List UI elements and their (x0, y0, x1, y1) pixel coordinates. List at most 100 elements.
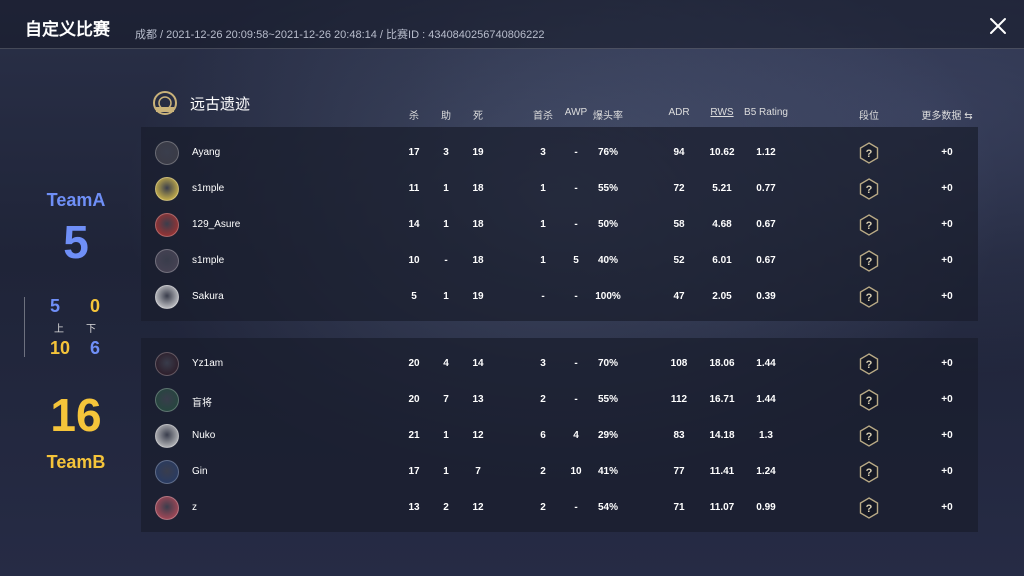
avatar[interactable] (155, 388, 179, 412)
team-a-score: 5 (63, 216, 89, 268)
more-data-delta[interactable]: +0 (941, 358, 952, 369)
player-name[interactable]: Ayang (192, 147, 220, 158)
stat-rating: 0.77 (756, 183, 776, 194)
stat-rws: 11.41 (709, 466, 735, 477)
stat-rws: 5.21 (712, 183, 732, 194)
table-row[interactable]: 129_Asure 14 1 18 1 - 50% 58 4.68 0.67? +0 (141, 207, 978, 243)
stat-hs: 40% (597, 255, 619, 266)
match-meta: 成都 / 2021-12-26 20:09:58~2021-12-26 20:4… (135, 29, 545, 41)
stat-kills: 20 (408, 358, 420, 369)
stat-assists: 1 (443, 219, 449, 230)
table-row[interactable]: Sakura 5 1 19 - - 100% 47 2.05 0.39? +0 (141, 279, 978, 315)
close-icon[interactable] (988, 16, 1008, 36)
more-data-delta[interactable]: +0 (941, 219, 952, 230)
rank-unknown-icon: ? (859, 178, 879, 200)
player-name[interactable]: s1mple (192, 183, 224, 194)
team-b-second-half-left: 10 (50, 337, 71, 358)
page-title: 自定义比赛 (25, 20, 110, 39)
stat-first-kill: 2 (540, 394, 546, 405)
player-name[interactable]: Yz1am (192, 358, 223, 369)
stat-first-kill: 3 (540, 147, 546, 158)
stat-first-kill: 1 (540, 183, 546, 194)
avatar[interactable] (155, 177, 179, 201)
col-rank: 段位 (859, 111, 879, 122)
stat-deaths: 7 (475, 466, 481, 477)
stat-assists: 4 (443, 358, 449, 369)
stat-deaths: 13 (472, 394, 484, 405)
col-kills: 杀 (409, 111, 419, 122)
avatar[interactable] (155, 496, 179, 520)
stat-first-kill: 2 (540, 502, 546, 513)
more-data-delta[interactable]: +0 (941, 291, 952, 302)
svg-text:?: ? (866, 503, 873, 515)
stat-adr: 71 (673, 502, 685, 513)
table-row[interactable]: 盲将 20 7 13 2 - 55% 112 16.71 1.44? +0 (141, 382, 978, 418)
stat-assists: 3 (443, 147, 449, 158)
stat-hs: 50% (597, 219, 619, 230)
player-name[interactable]: Nuko (192, 430, 215, 441)
stat-rating: 1.44 (756, 394, 776, 405)
player-name[interactable]: s1mple (192, 255, 224, 266)
avatar[interactable] (155, 249, 179, 273)
stat-rating: 0.39 (756, 291, 776, 302)
stat-deaths: 19 (472, 291, 484, 302)
svg-text:?: ? (866, 359, 873, 371)
player-name[interactable]: Gin (192, 466, 208, 477)
avatar[interactable] (155, 213, 179, 237)
stat-awp: - (574, 183, 578, 194)
stat-first-kill: - (541, 291, 545, 302)
stat-assists: - (444, 255, 448, 266)
team-b-table: Yz1am 20 4 14 3-70% 108 18.06 1.44? +0 盲将 20 7 13 2-5… (141, 338, 978, 532)
stat-awp: - (574, 291, 578, 302)
stat-kills: 5 (411, 291, 417, 302)
table-row[interactable]: Gin 17 1 7 2 10 41% 77 11.41 1.24? +0 (141, 454, 978, 490)
col-rws[interactable]: RWS (710, 107, 733, 118)
stat-kills: 11 (408, 183, 420, 194)
stat-deaths: 19 (472, 147, 484, 158)
stat-assists: 1 (443, 183, 449, 194)
team-b-block: 16 TeamB (38, 392, 114, 473)
rank-unknown-icon: ? (859, 353, 879, 375)
team-a-name: TeamA (46, 190, 106, 210)
table-row[interactable]: z 13 2 12 2 - 54% 71 11.07 0.99? +0 (141, 490, 978, 526)
col-more-data[interactable]: 更多数据 ⇆ (921, 107, 972, 122)
stat-first-kill: 1 (540, 219, 546, 230)
more-data-delta[interactable]: +0 (941, 147, 952, 158)
player-name[interactable]: 129_Asure (192, 219, 240, 230)
player-name[interactable]: 盲将 (192, 394, 212, 409)
table-row[interactable]: Ayang 17 3 19 3 - 76% 94 10.62 1.12? +0 (141, 135, 978, 171)
avatar[interactable] (155, 285, 179, 309)
avatar[interactable] (155, 460, 179, 484)
more-data-delta[interactable]: +0 (941, 466, 952, 477)
table-row[interactable]: Yz1am 20 4 14 3 - 70% 108 18.06 1.44? +0 (141, 346, 978, 382)
player-name[interactable]: Sakura (192, 291, 224, 302)
more-data-delta[interactable]: +0 (941, 183, 952, 194)
stat-adr: 58 (673, 219, 685, 230)
stat-adr: 112 (670, 394, 688, 405)
table-row[interactable]: s1mple 11 1 18 1-55% 72 5.21 0.77? +0 (141, 171, 978, 207)
col-first-kill: 首杀 (533, 111, 553, 122)
player-name[interactable]: z (192, 502, 197, 513)
stat-hs: 55% (597, 183, 619, 194)
more-data-delta[interactable]: +0 (941, 394, 952, 405)
stat-assists: 2 (443, 502, 449, 513)
stat-rws: 14.18 (709, 430, 735, 441)
more-data-delta[interactable]: +0 (941, 255, 952, 266)
avatar[interactable] (155, 141, 179, 165)
avatar[interactable] (155, 352, 179, 376)
stat-rws: 2.05 (712, 291, 732, 302)
svg-text:?: ? (866, 148, 873, 160)
avatar[interactable] (155, 424, 179, 448)
col-awp: AWP (564, 107, 588, 118)
table-row[interactable]: Nuko 21 1 12 6 4 29% 83 14.18 1.3? +0 (141, 418, 978, 454)
svg-text:?: ? (866, 184, 873, 196)
more-data-delta[interactable]: +0 (941, 502, 952, 513)
rank-unknown-icon: ? (859, 497, 879, 519)
table-row[interactable]: s1mple 10 - 18 1 5 40% 52 6.01 0.67? +0 (141, 243, 978, 279)
stat-deaths: 14 (472, 358, 484, 369)
stat-hs: 41% (597, 466, 619, 477)
more-data-delta[interactable]: +0 (941, 430, 952, 441)
stat-assists: 7 (443, 394, 449, 405)
svg-text:?: ? (866, 220, 873, 232)
stat-kills: 10 (408, 255, 420, 266)
